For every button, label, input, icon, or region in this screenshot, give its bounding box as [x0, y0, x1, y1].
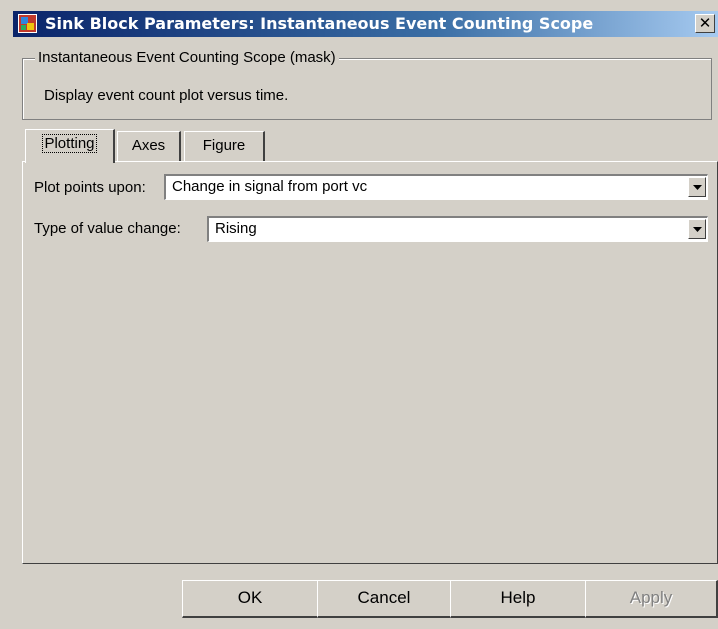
- dialog-window: Sink Block Parameters: Instantaneous Eve…: [0, 0, 718, 629]
- help-button[interactable]: Help: [450, 580, 587, 618]
- tab-plotting-label: Plotting: [42, 134, 97, 153]
- tab-plotting[interactable]: Plotting: [25, 129, 115, 163]
- ok-button[interactable]: OK: [182, 580, 319, 618]
- window-title: Sink Block Parameters: Instantaneous Eve…: [45, 14, 594, 33]
- apply-button[interactable]: Apply: [585, 580, 718, 618]
- close-button[interactable]: ✕: [695, 14, 715, 33]
- plot-points-upon-label: Plot points upon:: [34, 179, 146, 196]
- dropdown-arrow-icon[interactable]: [688, 177, 706, 197]
- mask-group-title: Instantaneous Event Counting Scope (mask…: [35, 48, 339, 68]
- plot-points-upon-value: Change in signal from port vc: [172, 178, 368, 195]
- close-icon: ✕: [698, 14, 712, 32]
- cancel-button[interactable]: Cancel: [317, 580, 452, 618]
- type-of-value-change-select[interactable]: Rising: [207, 216, 708, 242]
- type-of-value-change-value: Rising: [215, 220, 257, 237]
- dropdown-arrow-icon[interactable]: [688, 219, 706, 239]
- tab-axes[interactable]: Axes: [117, 131, 181, 162]
- tab-figure[interactable]: Figure: [184, 131, 265, 162]
- title-bar[interactable]: Sink Block Parameters: Instantaneous Eve…: [13, 11, 718, 37]
- simulink-block-icon: [18, 14, 37, 33]
- plot-points-upon-select[interactable]: Change in signal from port vc: [164, 174, 708, 200]
- type-of-value-change-label: Type of value change:: [34, 220, 181, 237]
- mask-description: Display event count plot versus time.: [44, 87, 289, 104]
- tab-axes-label: Axes: [131, 137, 166, 154]
- tab-figure-label: Figure: [202, 137, 246, 154]
